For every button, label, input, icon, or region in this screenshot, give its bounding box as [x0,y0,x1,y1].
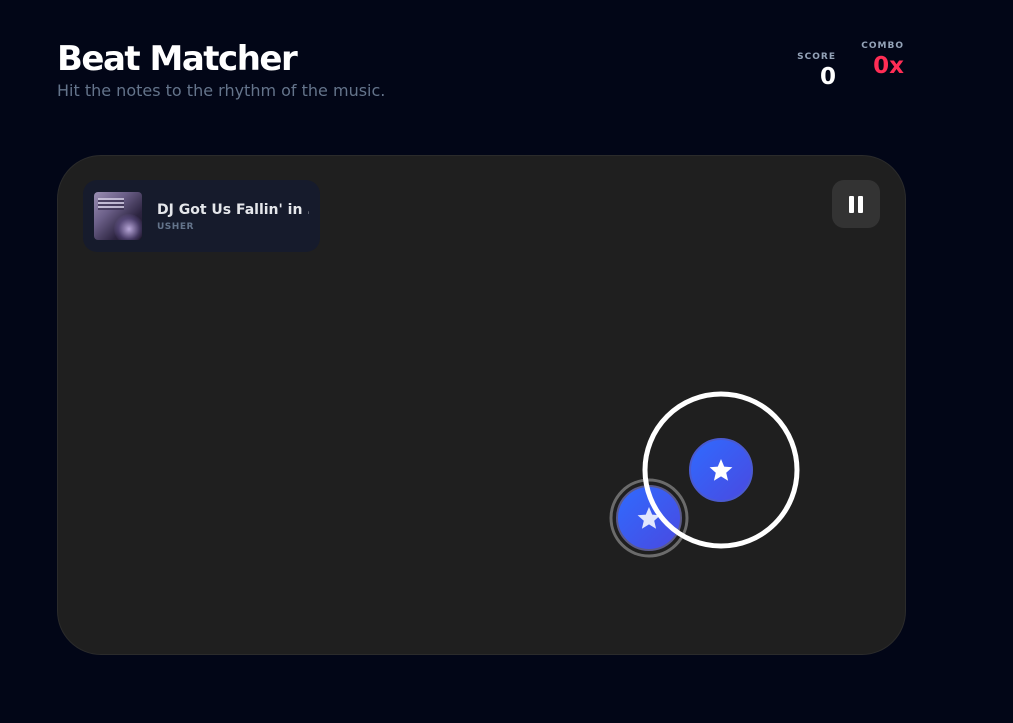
score-value: 0 [819,64,836,90]
combo-display: COMBO 0x [861,40,904,80]
note-field [609,391,800,558]
game-stage[interactable]: DJ Got Us Fallin' in ... USHER [57,155,906,655]
score-label: SCORE [797,52,836,62]
combo-label: COMBO [861,41,904,51]
note-active[interactable] [689,438,753,502]
game-title: Beat Matcher [57,39,298,79]
game-subtitle: Hit the notes to the rhythm of the music… [57,81,386,100]
header: Beat Matcher Hit the notes to the rhythm… [57,36,385,102]
game-page: Beat Matcher Hit the notes to the rhythm… [0,0,1013,723]
score-display: SCORE 0 [797,51,836,91]
combo-value: 0x [873,53,904,79]
